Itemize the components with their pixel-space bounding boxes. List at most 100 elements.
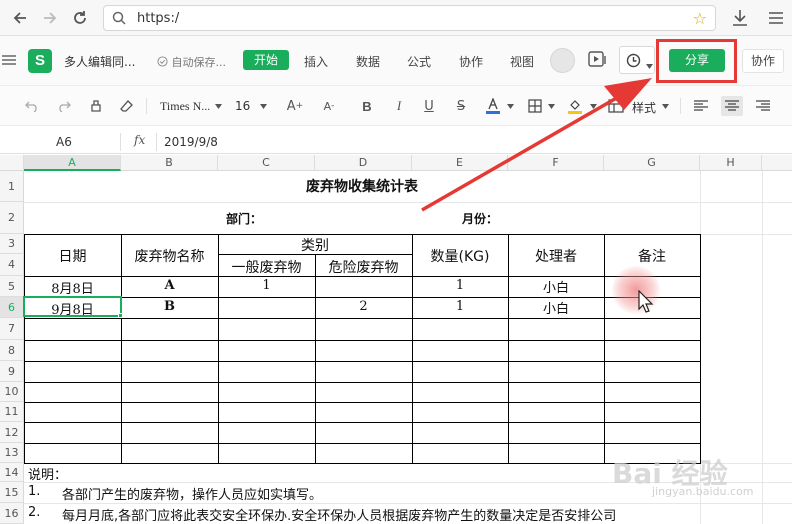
row-header-13[interactable]: 13 xyxy=(0,443,24,463)
row-header-4[interactable]: 4 xyxy=(0,254,24,276)
redo-icon[interactable] xyxy=(54,96,74,116)
header-remark[interactable]: 备注 xyxy=(604,246,700,266)
undo-icon[interactable] xyxy=(22,96,42,116)
chevron-down-icon[interactable] xyxy=(213,96,223,116)
select-all-corner[interactable] xyxy=(0,155,24,171)
tab-start[interactable]: 开始 xyxy=(243,50,289,70)
app-logo[interactable]: S xyxy=(28,49,52,73)
column-header-h[interactable]: H xyxy=(700,155,762,171)
row-header-16[interactable]: 16 xyxy=(0,503,24,524)
align-left-icon[interactable] xyxy=(692,96,710,116)
cell-waste-name[interactable]: A xyxy=(121,278,218,293)
row-header-12[interactable]: 12 xyxy=(0,422,24,443)
row-header-14[interactable]: 14 xyxy=(0,463,24,482)
cell-quantity[interactable]: 1 xyxy=(412,299,508,314)
avatar[interactable] xyxy=(550,48,575,73)
text-color-icon[interactable] xyxy=(484,96,502,116)
header-date[interactable]: 日期 xyxy=(24,246,121,266)
column-header-g[interactable]: G xyxy=(604,155,700,171)
row-header-7[interactable]: 7 xyxy=(0,318,24,340)
font-family-select[interactable]: Times N... xyxy=(160,99,210,114)
star-icon[interactable]: ☆ xyxy=(693,9,707,28)
tab-insert[interactable]: 插入 xyxy=(304,53,328,70)
reload-icon[interactable] xyxy=(68,6,92,30)
chevron-down-icon[interactable] xyxy=(258,96,268,116)
font-size-select[interactable]: 16 xyxy=(235,99,250,113)
row-header-15[interactable]: 15 xyxy=(0,482,24,503)
row-header-6[interactable]: 6 xyxy=(0,297,24,318)
row-header-11[interactable]: 11 xyxy=(0,402,24,422)
header-general[interactable]: 一般废弃物 xyxy=(218,257,315,277)
column-header-e[interactable]: E xyxy=(412,155,508,171)
underline-icon[interactable]: U xyxy=(420,96,438,116)
address-bar[interactable]: https:/ ☆ xyxy=(103,5,716,31)
header-hazardous[interactable]: 危险废弃物 xyxy=(315,257,412,277)
bold-icon[interactable]: B xyxy=(358,96,376,116)
sheet-title[interactable]: 废弃物收集统计表 xyxy=(24,172,700,202)
column-header-a[interactable]: A xyxy=(24,155,121,171)
month-label[interactable]: 月份： xyxy=(462,210,498,227)
cell-general[interactable]: 1 xyxy=(218,278,315,293)
row-header-2[interactable]: 2 xyxy=(0,202,24,234)
increase-font-icon[interactable]: A + xyxy=(284,96,306,116)
row-header-3[interactable]: 3 xyxy=(0,234,24,254)
column-header-c[interactable]: C xyxy=(218,155,315,171)
present-icon[interactable] xyxy=(588,51,608,69)
align-right-icon[interactable] xyxy=(754,96,772,116)
row-header-10[interactable]: 10 xyxy=(0,382,24,402)
header-handler[interactable]: 处理者 xyxy=(508,246,604,266)
history-button[interactable] xyxy=(619,46,655,74)
department-label[interactable]: 部门： xyxy=(226,210,262,227)
cell-hazardous[interactable]: 2 xyxy=(315,299,412,314)
row-header-1[interactable]: 1 xyxy=(0,171,24,202)
cell-handler[interactable]: 小白 xyxy=(508,277,604,296)
header-category[interactable]: 类别 xyxy=(218,235,412,255)
forward-arrow-icon[interactable] xyxy=(38,6,62,30)
row-header-5[interactable]: 5 xyxy=(0,276,24,297)
fill-handle[interactable] xyxy=(118,313,123,318)
tab-view[interactable]: 视图 xyxy=(510,53,534,70)
cell-reference[interactable]: A6 xyxy=(56,135,72,149)
style-dropdown[interactable]: 样式 xyxy=(632,99,656,116)
italic-icon[interactable]: I xyxy=(390,96,408,116)
chevron-down-icon[interactable] xyxy=(505,96,515,116)
cell-waste-name[interactable]: B xyxy=(121,299,218,314)
strikethrough-icon[interactable]: S xyxy=(452,96,470,116)
table-style-icon[interactable] xyxy=(606,96,626,116)
column-header-d[interactable]: D xyxy=(315,155,412,171)
active-cell-a6[interactable] xyxy=(23,296,122,317)
chevron-down-icon[interactable] xyxy=(660,96,670,116)
formula-input[interactable]: 2019/9/8 xyxy=(164,135,218,149)
back-arrow-icon[interactable] xyxy=(8,6,32,30)
note-text[interactable]: 每月月底,各部门应将此表交安全环保办.安全环保办人员根据废弃物产生的数量决定是否… xyxy=(62,505,616,524)
download-icon[interactable] xyxy=(728,6,752,30)
chevron-down-icon[interactable] xyxy=(546,96,556,116)
tab-data[interactable]: 数据 xyxy=(356,53,380,70)
decrease-font-icon[interactable]: A- xyxy=(318,96,340,116)
collaborate-button[interactable]: 协作 xyxy=(742,49,784,73)
fx-icon[interactable]: fx xyxy=(134,133,145,147)
notes-title[interactable]: 说明： xyxy=(28,464,67,483)
align-center-icon[interactable] xyxy=(721,96,743,116)
note-text[interactable]: 各部门产生的废弃物，操作人员应如实填写。 xyxy=(62,484,322,503)
browser-menu-icon[interactable] xyxy=(764,6,788,30)
row-header-9[interactable]: 9 xyxy=(0,361,24,382)
tab-formula[interactable]: 公式 xyxy=(407,53,431,70)
cell-handler[interactable]: 小白 xyxy=(508,298,604,317)
document-title[interactable]: 多人编辑同... xyxy=(64,53,135,70)
eraser-icon[interactable] xyxy=(117,96,137,116)
row-header-8[interactable]: 8 xyxy=(0,340,24,361)
column-header-f[interactable]: F xyxy=(508,155,604,171)
fill-color-icon[interactable] xyxy=(566,96,584,116)
formatting-toolbar: Times N... 16 A + A- B I U S 样式 xyxy=(0,86,792,126)
border-icon[interactable] xyxy=(526,96,544,116)
cell-quantity[interactable]: 1 xyxy=(412,278,508,293)
header-waste-name[interactable]: 废弃物名称 xyxy=(121,246,218,266)
format-painter-icon[interactable] xyxy=(86,96,106,116)
chevron-down-icon[interactable] xyxy=(588,96,598,116)
cell-date[interactable]: 8月8日 xyxy=(24,278,121,297)
column-header-b[interactable]: B xyxy=(121,155,218,171)
hamburger-icon[interactable] xyxy=(2,53,16,67)
header-quantity[interactable]: 数量(KG) xyxy=(412,246,508,266)
tab-collaborate[interactable]: 协作 xyxy=(459,53,483,70)
